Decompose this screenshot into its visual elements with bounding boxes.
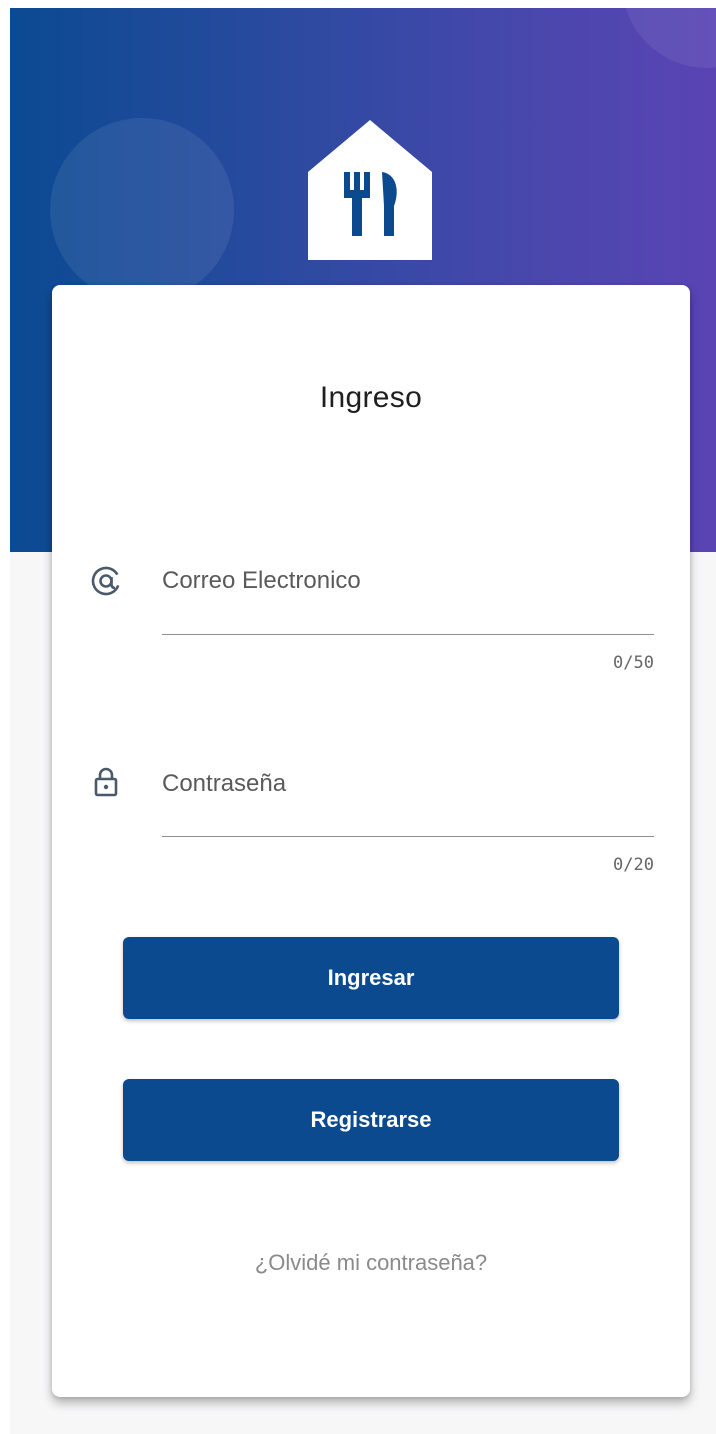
lock-icon bbox=[94, 767, 118, 797]
decorative-circle bbox=[622, 8, 716, 68]
email-field[interactable] bbox=[162, 556, 654, 606]
page-title: Ingreso bbox=[319, 381, 423, 414]
register-button[interactable]: Registrarse bbox=[123, 1079, 619, 1161]
password-char-counter: 0/20 bbox=[613, 855, 654, 875]
top-bar bbox=[0, 0, 716, 8]
forgot-password-link[interactable]: ¿Olvidé mi contraseña? bbox=[52, 1250, 690, 1276]
email-char-counter: 0/50 bbox=[613, 653, 654, 673]
password-underline bbox=[162, 836, 654, 837]
password-field[interactable] bbox=[162, 759, 654, 809]
at-sign-icon bbox=[91, 566, 121, 596]
email-underline bbox=[162, 634, 654, 635]
restaurant-house-icon bbox=[308, 120, 432, 260]
left-strip bbox=[0, 8, 10, 1434]
login-screen: Ingreso 0/50 0/20 Ingresar Registrarse ¿… bbox=[0, 0, 716, 1434]
login-card: Ingreso 0/50 0/20 Ingresar Registrarse ¿… bbox=[52, 285, 690, 1397]
login-button[interactable]: Ingresar bbox=[123, 937, 619, 1019]
decorative-circle bbox=[50, 118, 234, 302]
